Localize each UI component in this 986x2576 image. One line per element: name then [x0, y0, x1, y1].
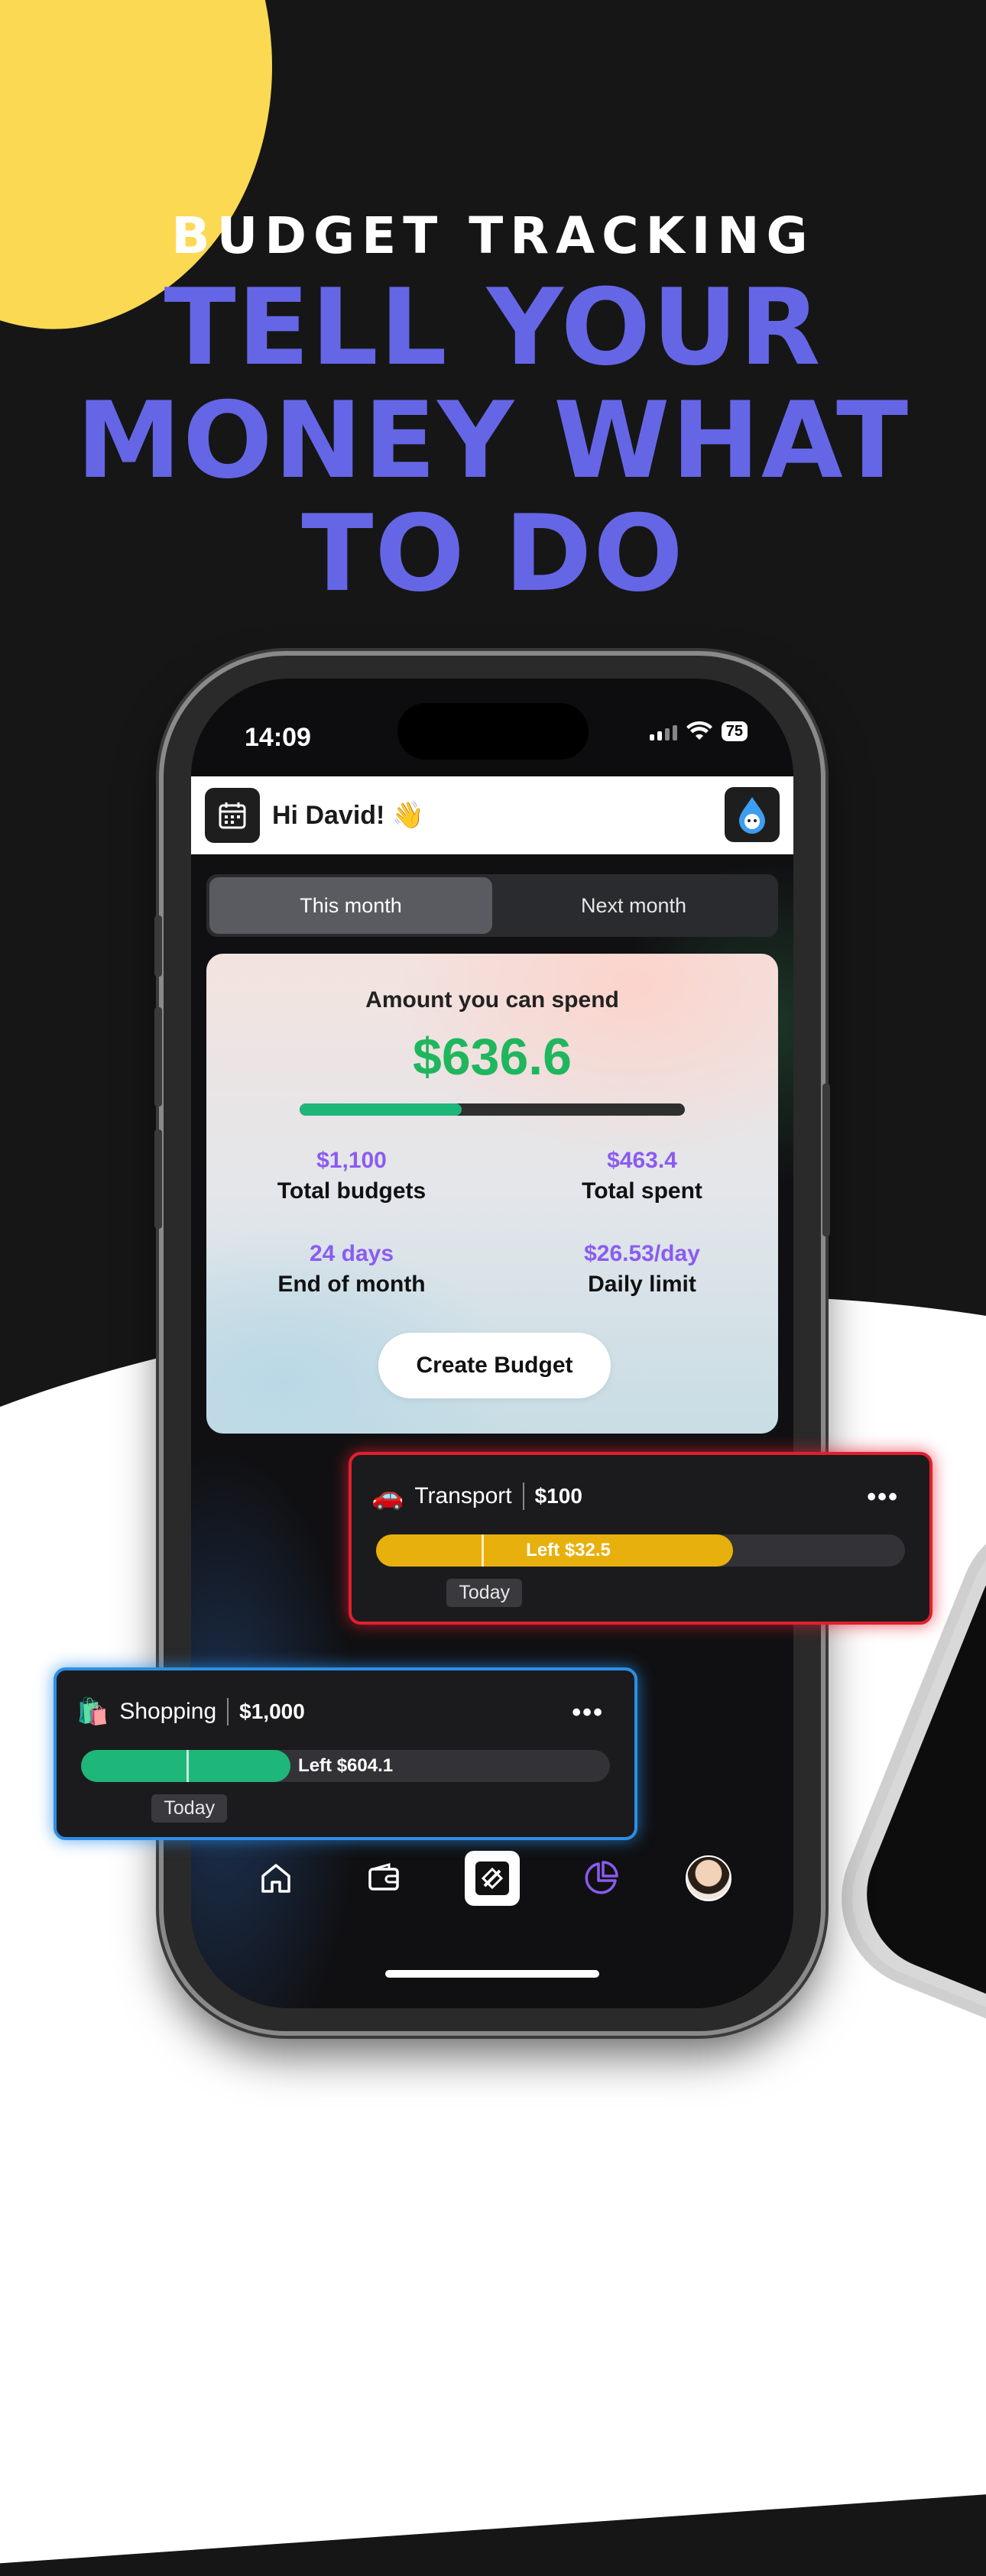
- budget-amount: $100: [534, 1484, 582, 1508]
- headline-line-2: MONEY WHAT: [76, 379, 910, 502]
- home-icon: [261, 1864, 290, 1893]
- budget-pie-icon: [585, 1861, 618, 1894]
- today-marker: [186, 1750, 190, 1782]
- budget-card-header: 🚗 Transport $100: [371, 1481, 582, 1512]
- wallet-icon: [368, 1863, 400, 1891]
- stat-end-of-month: 24 days End of month: [214, 1241, 489, 1298]
- spend-summary-card: Amount you can spend $636.6 $1,100 Total…: [206, 954, 778, 1434]
- budget-name: Shopping: [119, 1699, 217, 1724]
- divider: [522, 1482, 524, 1510]
- stat-value: $1,100: [316, 1148, 387, 1173]
- headline-line-1: TELL YOUR: [164, 266, 822, 389]
- phone-side-button: [822, 1084, 830, 1236]
- status-icons: 75: [649, 721, 748, 741]
- today-label: Today: [446, 1579, 523, 1607]
- tab-next-month[interactable]: Next month: [492, 877, 775, 934]
- nav-scan[interactable]: [464, 1851, 520, 1906]
- budget-card-shopping[interactable]: 🛍️ Shopping $1,000 ••• Left $604.1 Today: [54, 1667, 637, 1840]
- budget-card-transport[interactable]: 🚗 Transport $100 ••• Left $32.5 Today: [349, 1452, 932, 1625]
- summary-title: Amount you can spend: [365, 987, 619, 1013]
- budget-progress-track: Left $604.1: [81, 1750, 610, 1782]
- stat-label: End of month: [277, 1272, 426, 1297]
- today-label: Today: [151, 1794, 228, 1823]
- calendar-button[interactable]: [205, 788, 260, 843]
- phone-volume-up: [154, 1007, 162, 1107]
- app-header: Hi David! 👋: [191, 776, 793, 854]
- budget-left-label: Left $32.5: [526, 1540, 611, 1560]
- more-options-icon[interactable]: •••: [867, 1482, 899, 1512]
- budget-progress-fill: [81, 1750, 291, 1782]
- stat-label: Total spent: [582, 1178, 702, 1204]
- greeting-text: Hi David! 👋: [272, 801, 425, 830]
- status-time: 14:09: [245, 723, 311, 752]
- budget-card-header: 🛍️ Shopping $1,000: [76, 1696, 305, 1727]
- stat-value: $463.4: [607, 1148, 677, 1173]
- today-marker: [482, 1534, 485, 1567]
- headline-line-3: TO DO: [301, 492, 685, 615]
- nav-wallet[interactable]: [356, 1851, 411, 1906]
- phone-action-button: [154, 915, 162, 977]
- create-budget-button[interactable]: Create Budget: [378, 1333, 611, 1398]
- phone-volume-down: [154, 1129, 162, 1229]
- promo-headline: TELL YOUR MONEY WHAT TO DO: [0, 271, 986, 611]
- budget-name: Transport: [414, 1483, 512, 1508]
- cellular-signal-icon: [649, 722, 677, 740]
- amount-can-spend: $636.6: [413, 1028, 572, 1086]
- tab-this-month[interactable]: This month: [209, 877, 492, 934]
- dynamic-island: [397, 703, 589, 760]
- home-indicator: [385, 1970, 599, 1978]
- nav-home[interactable]: [248, 1851, 303, 1906]
- shopping-bag-icon: 🛍️: [76, 1697, 109, 1726]
- divider: [227, 1698, 229, 1725]
- wifi-icon: [686, 721, 712, 740]
- bottom-nav: [191, 1840, 793, 1917]
- stat-label: Daily limit: [588, 1272, 696, 1297]
- budget-amount: $1,000: [239, 1700, 305, 1723]
- more-options-icon[interactable]: •••: [572, 1698, 604, 1728]
- budget-progress-track: Left $32.5: [376, 1534, 905, 1567]
- profile-avatar: [686, 1855, 732, 1901]
- stat-value: $26.53/day: [584, 1241, 700, 1266]
- mascot-drop-icon: [739, 797, 765, 834]
- stat-label: Total budgets: [277, 1178, 427, 1204]
- month-tabs: This month Next month: [206, 874, 778, 937]
- calendar-icon: [219, 802, 246, 829]
- stat-daily-limit: $26.53/day Daily limit: [504, 1241, 780, 1298]
- battery-icon: 75: [721, 721, 748, 741]
- stat-total-spent: $463.4 Total spent: [504, 1148, 780, 1204]
- nav-profile[interactable]: [681, 1851, 736, 1906]
- spend-progress-bar: [300, 1103, 685, 1116]
- car-icon: 🚗: [371, 1482, 404, 1511]
- stat-total-budgets: $1,100 Total budgets: [214, 1148, 489, 1204]
- promo-subtitle: BUDGET TRACKING: [171, 206, 815, 265]
- nav-budget[interactable]: [573, 1851, 628, 1906]
- scan-icon: [475, 1862, 509, 1895]
- stat-value: 24 days: [309, 1241, 394, 1266]
- mascot-button[interactable]: [725, 787, 780, 842]
- budget-left-label: Left $604.1: [298, 1755, 394, 1776]
- spend-progress-fill: [300, 1103, 462, 1116]
